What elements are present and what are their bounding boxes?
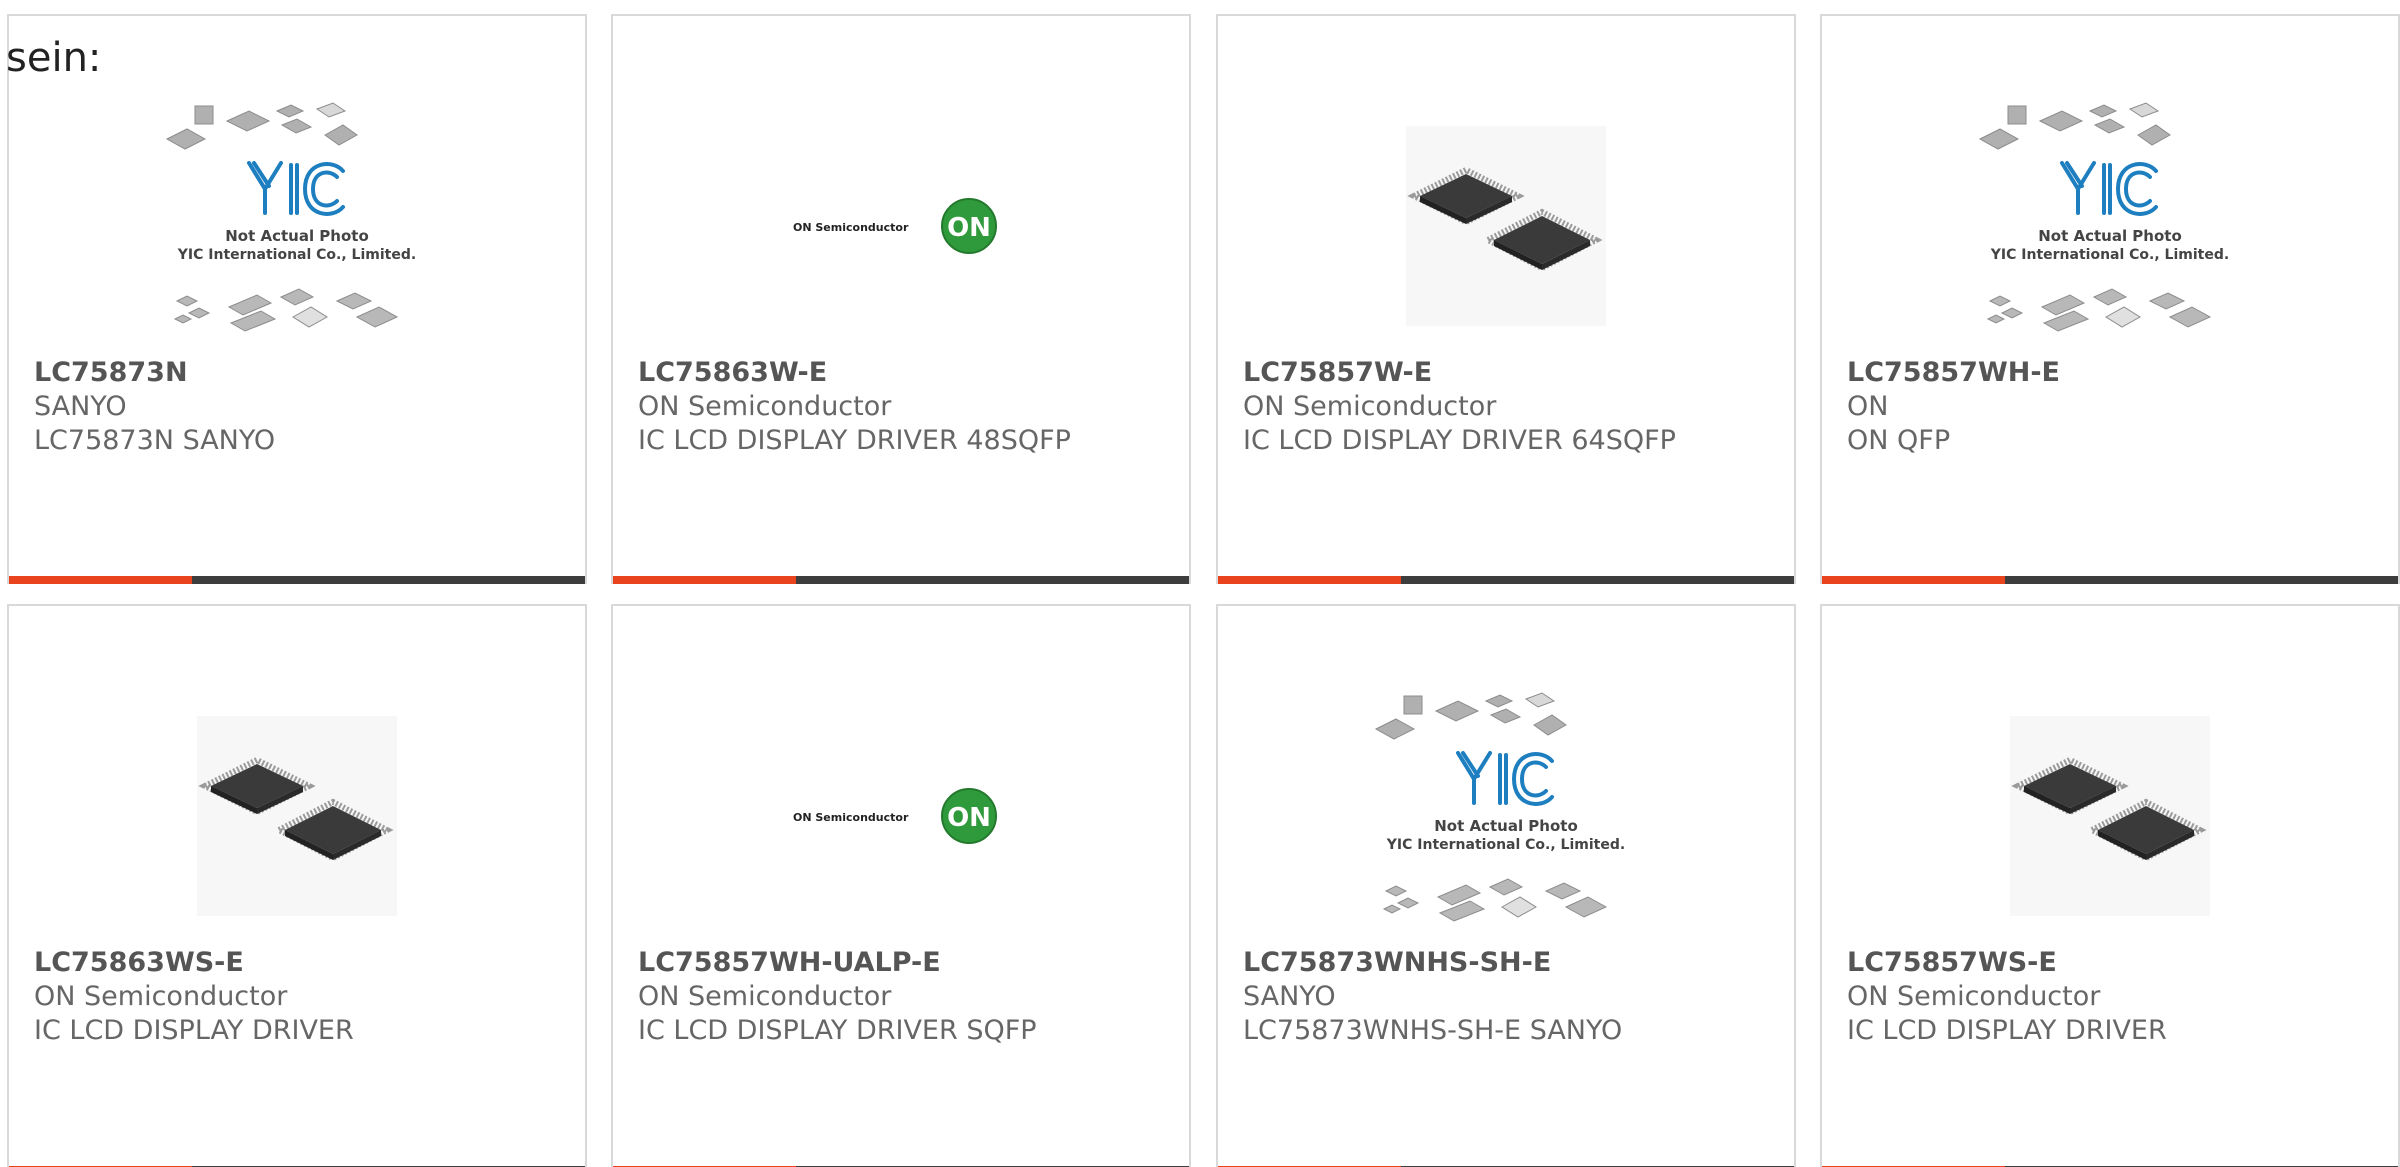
product-manufacturer: ON Semiconductor (638, 981, 892, 1012)
product-description: IC LCD DISPLAY DRIVER SQFP (638, 1015, 1037, 1046)
yic-placeholder-image: Not Actual Photo YIC International Co., … (165, 102, 416, 332)
product-part-number[interactable]: LC75857WH-UALP-E (638, 946, 1169, 980)
product-manufacturer: ON Semiconductor (1847, 981, 2101, 1012)
product-info: LC75873WNHS-SH-E SANYO LC75873WNHS-SH-E SA… (1243, 946, 1774, 1048)
product-card[interactable]: LC75857WS-E ON Semiconductor IC LCD DISPLA… (1820, 604, 2400, 1167)
product-info: LC75863W-E ON Semiconductor IC LCD DISPLAY… (638, 356, 1169, 458)
yic-logo (2060, 161, 2158, 216)
product-card[interactable]: Not Actual Photo YIC International Co., … (1216, 604, 1796, 1167)
on-semiconductor-wordmark: ON Semiconductor (793, 221, 909, 234)
yic-placeholder-image: Not Actual Photo YIC International Co., … (1374, 692, 1625, 922)
intro-text: sein: (6, 35, 102, 81)
on-logo-badge: ON (947, 213, 991, 243)
product-info: LC75873N SANYO LC75873N SANYO (34, 356, 565, 458)
card-bottom-bar (1822, 576, 2398, 584)
product-description: ON QFP (1847, 425, 1951, 456)
product-image[interactable] (1822, 686, 2398, 946)
product-image[interactable] (1218, 96, 1794, 356)
product-card[interactable]: ON Semiconductor ON LC75857WH-UALP-E ON S… (611, 604, 1191, 1167)
product-description: LC75873N SANYO (34, 425, 276, 456)
qfp-chips-photo (1406, 126, 1606, 326)
card-bottom-bar-accent (9, 576, 192, 584)
placeholder-caption-line2: YIC International Co., Limited. (177, 247, 416, 263)
on-logo-badge: ON (947, 803, 991, 833)
qfp-chips-photo (2010, 716, 2210, 916)
product-manufacturer: SANYO (34, 391, 127, 422)
placeholder-caption-line2: YIC International Co., Limited. (1386, 837, 1625, 853)
placeholder-caption-line1: Not Actual Photo (1434, 817, 1578, 835)
placeholder-caption-line1: Not Actual Photo (2038, 227, 2182, 245)
product-manufacturer: ON Semiconductor (1243, 391, 1497, 422)
on-semiconductor-wordmark: ON Semiconductor (793, 811, 909, 824)
product-part-number[interactable]: LC75873WNHS-SH-E (1243, 946, 1774, 980)
product-description: IC LCD DISPLAY DRIVER 48SQFP (638, 425, 1071, 456)
product-description: LC75873WNHS-SH-E SANYO (1243, 1015, 1623, 1046)
page: sein: Not Actual Photo YIC International… (0, 0, 2400, 1167)
placeholder-caption-line1: Not Actual Photo (225, 227, 369, 245)
product-image[interactable]: Not Actual Photo YIC International Co., … (1822, 96, 2398, 356)
product-image[interactable]: ON Semiconductor ON (613, 686, 1189, 946)
product-part-number[interactable]: LC75857WH-E (1847, 356, 2378, 390)
product-image[interactable]: Not Actual Photo YIC International Co., … (1218, 686, 1794, 946)
product-info: LC75857WH-UALP-E ON Semiconductor IC LCD D… (638, 946, 1169, 1048)
product-manufacturer: ON Semiconductor (34, 981, 288, 1012)
product-info: LC75857W-E ON Semiconductor IC LCD DISPLAY… (1243, 356, 1774, 458)
product-card[interactable]: Not Actual Photo YIC International Co., … (1820, 14, 2400, 584)
product-part-number[interactable]: LC75857WS-E (1847, 946, 2378, 980)
product-manufacturer: ON Semiconductor (638, 391, 892, 422)
product-description: IC LCD DISPLAY DRIVER 64SQFP (1243, 425, 1676, 456)
product-card[interactable]: LC75857W-E ON Semiconductor IC LCD DISPLAY… (1216, 14, 1796, 584)
product-card[interactable]: Not Actual Photo YIC International Co., … (7, 14, 587, 584)
product-card[interactable]: LC75863WS-E ON Semiconductor IC LCD DISPLA… (7, 604, 587, 1167)
card-bottom-bar (9, 576, 585, 584)
product-manufacturer: ON (1847, 391, 1889, 422)
product-part-number[interactable]: LC75857W-E (1243, 356, 1774, 390)
product-image[interactable]: Not Actual Photo YIC International Co., … (9, 96, 585, 356)
card-bottom-bar (1218, 576, 1794, 584)
product-part-number[interactable]: LC75863W-E (638, 356, 1169, 390)
product-info: LC75857WH-E ON ON QFP (1847, 356, 2378, 458)
product-info: LC75857WS-E ON Semiconductor IC LCD DISPLA… (1847, 946, 2378, 1048)
placeholder-caption-line2: YIC International Co., Limited. (1990, 247, 2229, 263)
product-image[interactable]: ON Semiconductor ON (613, 96, 1189, 356)
product-manufacturer: SANYO (1243, 981, 1336, 1012)
product-card[interactable]: ON Semiconductor ON LC75863W-E ON Semicon… (611, 14, 1191, 584)
yic-placeholder-image: Not Actual Photo YIC International Co., … (1978, 102, 2229, 332)
yic-logo (1456, 751, 1554, 806)
product-description: IC LCD DISPLAY DRIVER (1847, 1015, 2167, 1046)
card-bottom-bar (613, 576, 1189, 584)
card-bottom-bar-accent (1822, 576, 2005, 584)
product-part-number[interactable]: LC75873N (34, 356, 565, 390)
product-info: LC75863WS-E ON Semiconductor IC LCD DISPLA… (34, 946, 565, 1048)
qfp-chips-photo (197, 716, 397, 916)
on-semiconductor-logo: ON Semiconductor ON (793, 198, 997, 254)
product-part-number[interactable]: LC75863WS-E (34, 946, 565, 980)
card-bottom-bar-accent (1218, 576, 1401, 584)
yic-logo (247, 161, 345, 216)
product-description: IC LCD DISPLAY DRIVER (34, 1015, 354, 1046)
on-semiconductor-logo: ON Semiconductor ON (793, 788, 997, 844)
card-bottom-bar-accent (613, 576, 796, 584)
product-image[interactable] (9, 686, 585, 946)
